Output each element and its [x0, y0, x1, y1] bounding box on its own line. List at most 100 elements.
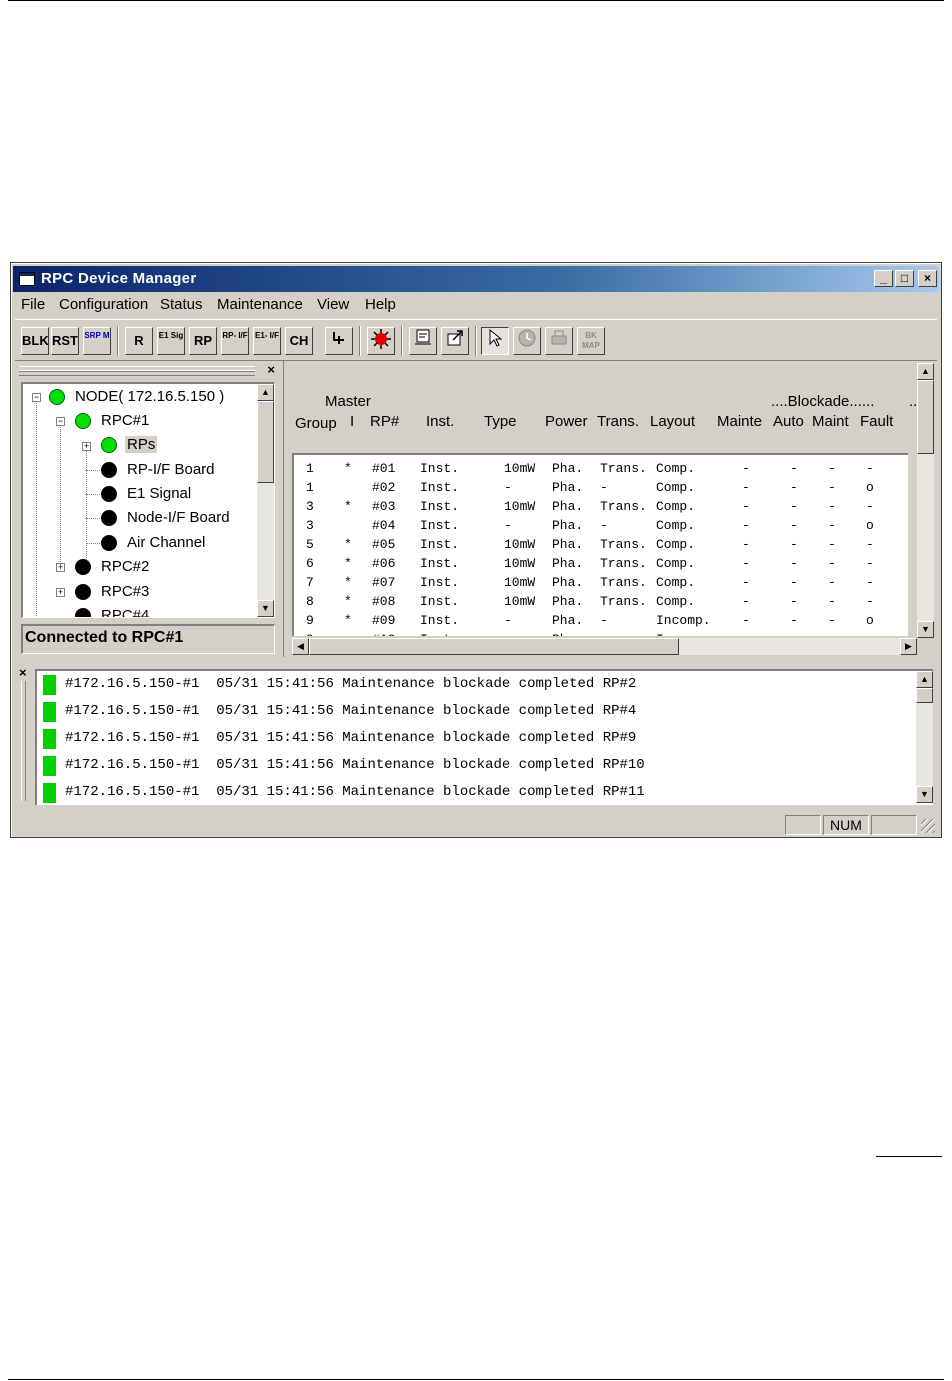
scroll-down-arrow-icon[interactable]: ▼ — [917, 621, 934, 638]
cell-auto: - — [790, 613, 798, 628]
expand-rps-icon[interactable]: + — [82, 442, 91, 451]
menu-view[interactable]: View — [317, 296, 349, 313]
export-icon-button[interactable] — [441, 327, 469, 355]
cell-rp: #08 — [372, 594, 396, 609]
menu-help[interactable]: Help — [365, 296, 396, 313]
scroll-up-arrow-icon[interactable]: ▲ — [917, 363, 934, 380]
tree-node-rpc1[interactable]: RPC#1 — [73, 410, 149, 432]
num-lock-indicator: NUM — [823, 815, 869, 835]
antenna-icon-button[interactable] — [325, 327, 353, 355]
cell-power: Pha. — [552, 613, 584, 628]
table-horizontal-scrollbar[interactable]: ◀ ▶ — [292, 638, 917, 655]
scroll-thumb[interactable] — [257, 401, 274, 483]
cell-master: * — [344, 575, 352, 590]
collapse-node-icon[interactable]: − — [32, 393, 41, 402]
cell-rp: #09 — [372, 613, 396, 628]
rp-if-button[interactable]: RP- I/F — [221, 327, 249, 355]
rp-button[interactable]: RP — [189, 327, 217, 355]
scroll-left-arrow-icon[interactable]: ◀ — [292, 638, 309, 655]
scroll-up-arrow-icon[interactable]: ▲ — [257, 384, 274, 401]
title-bar[interactable]: RPC Device Manager _ □ × — [13, 266, 939, 292]
status-bar: NUM — [15, 813, 937, 835]
log-status-icon — [43, 729, 56, 749]
device-tree: − NODE( 172.16.5.150 ) − RPC#1 + RPs RP-… — [21, 382, 275, 618]
expand-rpc2-icon[interactable]: + — [56, 563, 65, 572]
cell-power: Pha. — [552, 575, 584, 590]
e1-sig-button[interactable]: E1 Sig — [157, 327, 185, 355]
scroll-down-arrow-icon[interactable]: ▼ — [257, 600, 274, 617]
r-button[interactable]: R — [125, 327, 153, 355]
blk-button[interactable]: BLK — [21, 327, 49, 355]
tree-node-root[interactable]: NODE( 172.16.5.150 ) — [47, 386, 224, 408]
menu-configuration[interactable]: Configuration — [59, 296, 148, 313]
tree-node-rp-if-board[interactable]: RP-I/F Board — [99, 459, 215, 481]
cell-power: Pha. — [552, 480, 584, 495]
menu-maintenance[interactable]: Maintenance — [217, 296, 303, 313]
srp-button[interactable]: SRP M — [83, 327, 111, 355]
page-bottom-rule — [8, 1379, 944, 1380]
expand-rpc3-icon[interactable]: + — [56, 588, 65, 597]
tree-node-e1-signal[interactable]: E1 Signal — [99, 483, 191, 505]
maximize-button[interactable]: □ — [895, 270, 914, 287]
tree-node-rpc2[interactable]: RPC#2 — [73, 556, 149, 578]
tree-node-node-if-board[interactable]: Node-I/F Board — [99, 507, 230, 529]
pane-grip[interactable] — [21, 681, 26, 801]
log-vertical-scrollbar[interactable]: ▲ ▼ — [916, 671, 933, 803]
cell-maint: - — [828, 594, 836, 609]
cell-mainte: - — [742, 556, 750, 571]
pane-grip[interactable] — [19, 370, 255, 376]
menu-bar: File Configuration Status Maintenance Vi… — [15, 293, 937, 317]
cell-rp: #05 — [372, 537, 396, 552]
cell-auto: - — [790, 575, 798, 590]
tree-vertical-scrollbar[interactable]: ▲ ▼ — [257, 384, 274, 617]
scroll-thumb[interactable] — [916, 688, 933, 703]
table-vertical-scrollbar[interactable]: ▲ ▼ — [917, 363, 934, 638]
pointer-tool-button[interactable] — [481, 327, 509, 355]
menu-status[interactable]: Status — [160, 296, 203, 313]
bk-map-button[interactable]: BK MAP — [577, 327, 605, 355]
cell-layout: Comp. — [656, 461, 696, 476]
cell-auto: - — [790, 518, 798, 533]
alarm-icon-button[interactable] — [367, 327, 395, 355]
tree-node-air-channel[interactable]: Air Channel — [99, 532, 205, 554]
scroll-up-arrow-icon[interactable]: ▲ — [916, 671, 933, 688]
e1-if-button[interactable]: E1- I/F — [253, 327, 281, 355]
scroll-thumb[interactable] — [917, 380, 934, 454]
cell-group: 1 — [306, 461, 314, 476]
header-layout: Layout — [650, 413, 696, 430]
cell-layout: Comp. — [656, 537, 696, 552]
scroll-right-arrow-icon[interactable]: ▶ — [900, 638, 917, 655]
tree-node-rpc3[interactable]: RPC#3 — [73, 581, 149, 603]
tree-node-rps[interactable]: RPs — [99, 434, 158, 456]
cell-rp: #10 — [372, 632, 395, 636]
ch-button[interactable]: CH — [285, 327, 313, 355]
cell-master: * — [344, 537, 352, 552]
cell-layout: Comp. — [656, 594, 696, 609]
cell-inst: Inst. — [420, 518, 460, 533]
cell-maint: - — [828, 556, 836, 571]
export-icon — [447, 330, 463, 346]
clock-icon-button[interactable] — [513, 327, 541, 355]
tree-pane-close-button[interactable]: × — [267, 362, 275, 377]
cell-trans: - — [600, 518, 608, 533]
status-black-icon — [101, 510, 117, 526]
scroll-down-arrow-icon[interactable]: ▼ — [916, 786, 933, 803]
menu-file[interactable]: File — [21, 296, 45, 313]
report-icon-button[interactable] — [409, 327, 437, 355]
scroll-thumb[interactable] — [309, 638, 679, 655]
printer-icon-button[interactable] — [545, 327, 573, 355]
clock-icon — [518, 329, 536, 347]
collapse-rpc1-icon[interactable]: − — [56, 417, 65, 426]
cell-rp: #01 — [372, 461, 396, 476]
cell-trans: Trans. — [600, 537, 647, 552]
status-green-icon — [75, 413, 91, 429]
rst-button[interactable]: RST — [51, 327, 79, 355]
log-pane-close-button[interactable]: × — [19, 665, 27, 680]
log-status-icon — [43, 675, 56, 695]
toolbar: BLK RST SRP M R E1 Sig RP RP- I/F E1- I/… — [15, 319, 937, 361]
tree-node-label: RPs — [125, 436, 158, 453]
tree-node-rpc4[interactable]: RPC#4 — [73, 605, 149, 617]
minimize-button[interactable]: _ — [874, 270, 893, 287]
resize-grip-icon[interactable] — [921, 819, 935, 833]
close-button[interactable]: × — [918, 270, 937, 287]
